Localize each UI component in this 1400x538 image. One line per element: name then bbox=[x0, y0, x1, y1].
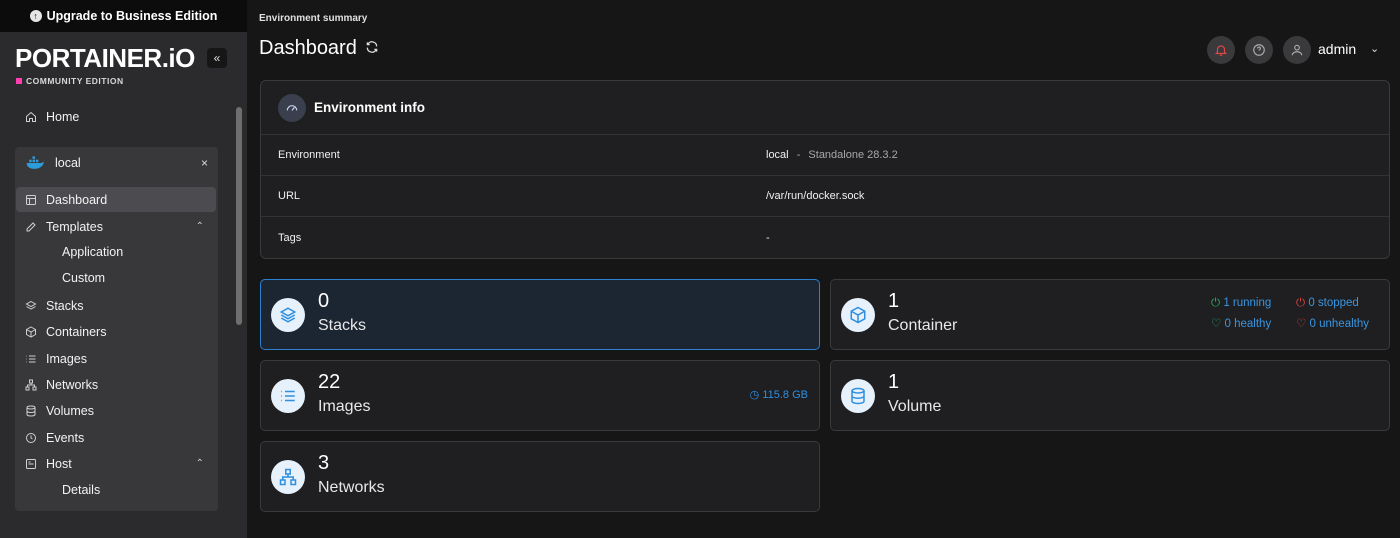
networks-card[interactable]: 3 Networks bbox=[260, 441, 820, 512]
breadcrumb[interactable]: Environment summary bbox=[259, 13, 367, 24]
sidebar-subitem-application[interactable]: Application bbox=[62, 245, 123, 259]
stacks-label: Stacks bbox=[318, 317, 367, 334]
heart-icon: ♡ bbox=[1211, 318, 1222, 330]
env-row-url: URL /var/run/docker.sock bbox=[261, 176, 1389, 217]
gauge-icon bbox=[278, 93, 306, 122]
edit-icon bbox=[16, 221, 46, 233]
volume-label: Volume bbox=[888, 398, 942, 415]
tags-value: - bbox=[766, 231, 770, 244]
images-label: Images bbox=[318, 398, 371, 415]
user-avatar[interactable] bbox=[1283, 36, 1311, 64]
env-row-tags: Tags - bbox=[278, 231, 770, 244]
unhealthy-stat[interactable]: ♡ 0 unhealthy bbox=[1296, 316, 1369, 330]
network-icon bbox=[16, 379, 46, 391]
collapse-sidebar-button[interactable]: « bbox=[207, 48, 227, 68]
edition-mark-icon bbox=[16, 78, 22, 84]
home-icon bbox=[16, 111, 46, 123]
sidebar-item-volumes[interactable]: Volumes bbox=[16, 398, 216, 423]
sidebar-item-host[interactable]: Host ⌃ bbox=[16, 451, 216, 476]
box-icon bbox=[841, 298, 875, 332]
networks-count: 3 bbox=[318, 452, 330, 474]
network-icon bbox=[271, 460, 305, 494]
help-button[interactable] bbox=[1245, 36, 1273, 64]
environment-value: local bbox=[766, 149, 789, 161]
list-icon bbox=[16, 353, 46, 365]
close-icon[interactable]: × bbox=[201, 156, 208, 170]
stacks-card[interactable]: 0 Stacks bbox=[260, 279, 820, 350]
heart-icon: ♡ bbox=[1296, 318, 1307, 330]
images-count: 22 bbox=[318, 371, 341, 393]
networks-label: Networks bbox=[318, 479, 385, 496]
images-size: ◷ 115.8 GB bbox=[749, 389, 808, 401]
clock-icon bbox=[16, 432, 46, 444]
environment-type: Standalone 28.3.2 bbox=[808, 149, 898, 161]
sidebar: ↑ Upgrade to Business Edition PORTAINER.… bbox=[0, 0, 247, 538]
env-row-environment: Environment local - Standalone 28.3.2 bbox=[261, 135, 1389, 176]
sidebar-subitem-custom[interactable]: Custom bbox=[62, 271, 105, 285]
refresh-icon[interactable] bbox=[365, 40, 379, 57]
power-icon: ⏻ bbox=[1296, 297, 1306, 309]
sidebar-item-home[interactable]: Home bbox=[16, 105, 216, 129]
sidebar-subitem-details[interactable]: Details bbox=[62, 483, 100, 497]
host-icon bbox=[16, 458, 46, 470]
layout-icon bbox=[16, 194, 46, 206]
container-count: 1 bbox=[888, 290, 900, 312]
stacks-count: 0 bbox=[318, 290, 330, 312]
container-card[interactable]: 1 Container ⏻ 1 running ⏻ 0 stopped ♡ 0 … bbox=[830, 279, 1390, 350]
list-icon bbox=[271, 379, 305, 413]
edition-label: COMMUNITY EDITION bbox=[16, 76, 124, 86]
database-icon bbox=[16, 405, 46, 417]
upgrade-banner[interactable]: ↑ Upgrade to Business Edition bbox=[0, 0, 247, 32]
notifications-button[interactable] bbox=[1207, 36, 1235, 64]
sidebar-item-images[interactable]: Images bbox=[16, 346, 216, 371]
images-card[interactable]: 22 Images ◷ 115.8 GB bbox=[260, 360, 820, 431]
box-icon bbox=[16, 325, 46, 338]
url-value: /var/run/docker.sock bbox=[766, 190, 865, 202]
chevron-up-icon[interactable]: ⌃ bbox=[196, 458, 204, 469]
arrow-up-circle-icon: ↑ bbox=[29, 10, 42, 22]
sidebar-scrollbar[interactable] bbox=[236, 107, 242, 325]
power-icon: ⏻ bbox=[1211, 297, 1221, 309]
upgrade-label: Upgrade to Business Edition bbox=[46, 9, 218, 23]
sidebar-item-dashboard[interactable]: Dashboard bbox=[16, 187, 216, 212]
volume-card[interactable]: 1 Volume bbox=[830, 360, 1390, 431]
user-name[interactable]: admin bbox=[1318, 41, 1356, 57]
healthy-stat[interactable]: ♡ 0 healthy bbox=[1211, 316, 1271, 330]
environment-info-header: Environment info bbox=[261, 81, 1389, 135]
sidebar-item-label: Home bbox=[46, 110, 80, 124]
layers-icon bbox=[271, 298, 305, 332]
database-icon bbox=[841, 379, 875, 413]
portainer-logo[interactable]: PORTAINER.iO bbox=[15, 44, 195, 72]
docker-icon bbox=[15, 156, 55, 170]
environment-header[interactable]: local × bbox=[15, 147, 218, 179]
page-title: Dashboard bbox=[259, 37, 379, 60]
sidebar-item-events[interactable]: Events bbox=[16, 425, 216, 450]
sidebar-item-stacks[interactable]: Stacks bbox=[16, 293, 216, 318]
environment-info-panel: Environment info Environment local - Sta… bbox=[260, 80, 1390, 259]
bell-icon bbox=[1214, 45, 1228, 56]
running-stat[interactable]: ⏻ 1 running bbox=[1211, 297, 1271, 310]
environment-name: local bbox=[55, 156, 81, 170]
chevron-down-icon[interactable]: ⌄ bbox=[1370, 42, 1379, 55]
volume-count: 1 bbox=[888, 371, 900, 393]
sidebar-item-networks[interactable]: Networks bbox=[16, 372, 216, 397]
container-label: Container bbox=[888, 317, 958, 334]
help-icon bbox=[1253, 44, 1265, 56]
layers-icon bbox=[16, 300, 46, 312]
pie-chart-icon: ◷ bbox=[749, 389, 760, 401]
sidebar-item-containers[interactable]: Containers bbox=[16, 319, 216, 344]
chevron-up-icon[interactable]: ⌃ bbox=[196, 221, 204, 232]
sidebar-item-templates[interactable]: Templates ⌃ bbox=[16, 214, 216, 239]
user-icon bbox=[1291, 44, 1303, 56]
stopped-stat[interactable]: ⏻ 0 stopped bbox=[1296, 297, 1359, 310]
